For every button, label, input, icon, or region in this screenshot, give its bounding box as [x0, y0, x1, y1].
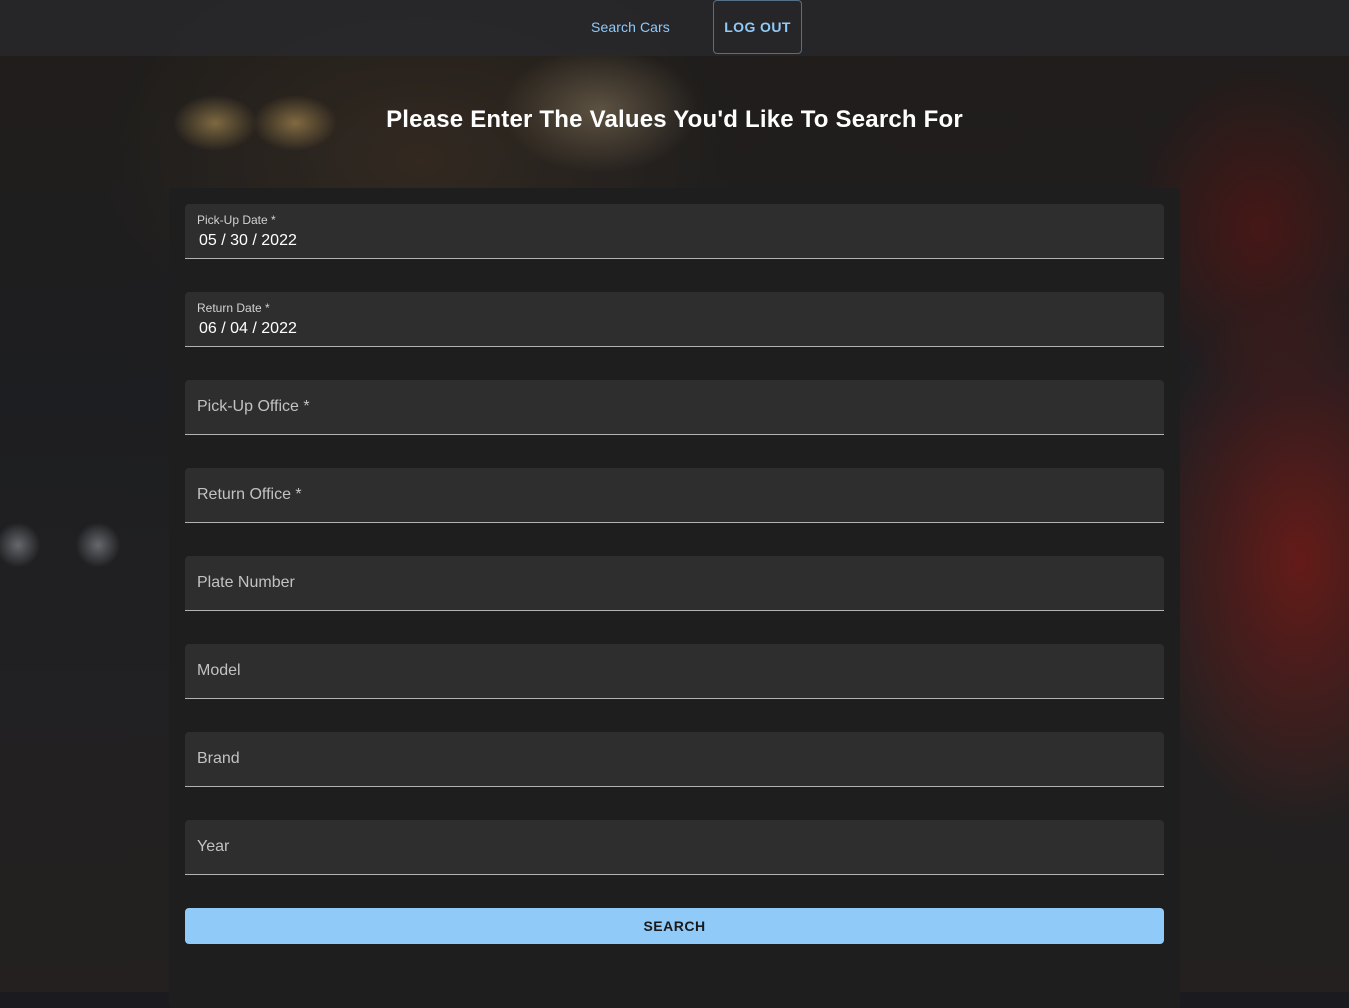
pickup-date-label: Pick-Up Date * [197, 213, 276, 227]
brand-label: Brand [197, 750, 240, 767]
plate-number-field[interactable]: Plate Number [185, 556, 1164, 611]
page-title: Please Enter The Values You'd Like To Se… [386, 106, 963, 133]
year-label: Year [197, 838, 230, 855]
model-label: Model [197, 662, 241, 679]
search-button[interactable]: SEARCH [185, 908, 1164, 944]
return-office-label: Return Office * [197, 486, 302, 503]
return-date-field[interactable]: Return Date * 06 / 04 / 2022 [185, 292, 1164, 347]
pickup-office-field[interactable]: Pick-Up Office * [185, 380, 1164, 435]
logout-button[interactable]: LOG OUT [713, 0, 802, 54]
pickup-office-label: Pick-Up Office * [197, 398, 310, 415]
return-date-label: Return Date * [197, 301, 270, 315]
model-field[interactable]: Model [185, 644, 1164, 699]
pickup-date-field[interactable]: Pick-Up Date * 05 / 30 / 2022 [185, 204, 1164, 259]
pickup-date-value[interactable]: 05 / 30 / 2022 [199, 232, 297, 250]
brand-field[interactable]: Brand [185, 732, 1164, 787]
return-office-field[interactable]: Return Office * [185, 468, 1164, 523]
return-date-value[interactable]: 06 / 04 / 2022 [199, 320, 297, 338]
top-navigation-bar: Search Cars LOG OUT [0, 0, 1349, 56]
plate-number-label: Plate Number [197, 574, 295, 591]
search-form: Pick-Up Date * 05 / 30 / 2022 Return Dat… [169, 188, 1180, 1008]
search-cars-link[interactable]: Search Cars [591, 19, 670, 35]
year-field[interactable]: Year [185, 820, 1164, 875]
